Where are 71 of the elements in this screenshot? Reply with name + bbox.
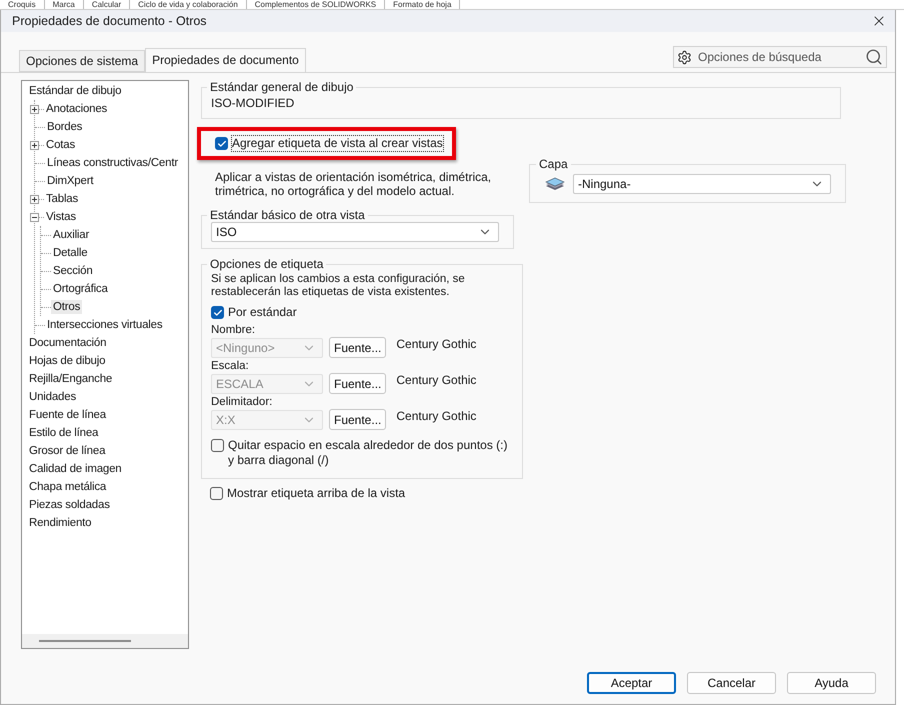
search-input[interactable]: Opciones de búsqueda xyxy=(696,49,861,65)
window-title: Propiedades de documento - Otros xyxy=(12,14,207,28)
group-title: Opciones de etiqueta xyxy=(209,257,324,271)
field-label: Nombre: xyxy=(211,324,256,336)
tree-item[interactable]: Ortográfica xyxy=(51,282,110,296)
tree-item[interactable]: Grosor de línea xyxy=(27,444,108,458)
checkbox-label[interactable]: Quitar espacio en escala alrededor de dos puntos (:) y barra diagonal (/) xyxy=(228,438,513,468)
tab[interactable]: Opciones de sistema xyxy=(19,50,146,72)
settings-icon[interactable] xyxy=(677,50,692,64)
tree-item[interactable]: Líneas constructivas/Centr xyxy=(45,156,180,170)
field-label: Delimitador: xyxy=(211,396,274,408)
tree-item[interactable]: Auxiliar xyxy=(51,228,92,242)
tree-item[interactable]: Fuente de línea xyxy=(27,408,108,422)
dialog-button[interactable]: Aceptar xyxy=(587,672,676,694)
tree-item[interactable]: Anotaciones xyxy=(44,102,110,116)
tree-item[interactable]: Detalle xyxy=(51,246,90,260)
tree-item[interactable]: Rendimiento xyxy=(27,516,94,530)
layers-icon xyxy=(545,176,565,192)
search-icon[interactable] xyxy=(865,48,883,66)
checkbox-label[interactable]: Por estándar xyxy=(228,305,297,320)
checkbox-label[interactable]: Mostrar etiqueta arriba de la vista xyxy=(227,486,406,501)
ribbon-tab[interactable]: Formato de hoja xyxy=(385,0,460,9)
tree-item[interactable]: Otros xyxy=(51,300,82,314)
ribbon-tab[interactable]: Complementos de SOLIDWORKS xyxy=(246,0,386,9)
group-title: Estándar general de dibujo xyxy=(209,80,354,94)
font-name: Century Gothic xyxy=(396,373,476,387)
expand-icon[interactable] xyxy=(30,104,39,114)
tab[interactable]: Propiedades de documento xyxy=(145,48,306,72)
checkbox-label[interactable]: Agregar etiqueta de vista al crear vistas xyxy=(232,136,443,151)
field-label: Escala: xyxy=(211,360,250,372)
tree-item[interactable]: Bordes xyxy=(45,120,84,134)
tree-item[interactable]: Vistas xyxy=(44,210,78,224)
checkbox-row[interactable]: Agregar etiqueta de vista al crear vistas xyxy=(197,127,456,160)
tree-item[interactable]: Estándar de dibujo xyxy=(27,84,124,98)
group-title: Capa xyxy=(538,157,569,171)
tree-item[interactable]: Estilo de línea xyxy=(27,426,100,440)
checkbox[interactable] xyxy=(211,306,224,319)
note-text: Si se aplican los cambios a esta configuración, se restablecerán las etiquetas de vista existentes. xyxy=(211,273,466,299)
tree-item[interactable]: Hojas de dibujo xyxy=(27,354,108,368)
ribbon-tab[interactable]: Croquis xyxy=(0,0,45,9)
description-text: Aplicar a vistas de orientación isométrica, dimétrica, trimétrica, no ortográfica y del modelo actual. xyxy=(215,170,492,198)
font-name: Century Gothic xyxy=(396,337,476,351)
checkbox[interactable] xyxy=(211,439,224,452)
search-field[interactable]: Opciones de búsqueda xyxy=(673,46,887,68)
tree-item[interactable]: Cotas xyxy=(44,138,78,152)
tree-item[interactable]: Tablas xyxy=(44,192,80,206)
checkbox[interactable] xyxy=(210,487,223,500)
ribbon-tab[interactable]: Ciclo de vida y colaboración xyxy=(130,0,247,9)
ribbon-tab[interactable]: Marca xyxy=(44,0,84,9)
value-text: ISO-MODIFIED xyxy=(211,95,296,110)
group-title: Estándar básico de otra vista xyxy=(209,208,366,222)
dialog-button[interactable]: Ayuda xyxy=(787,672,876,694)
dialog-button[interactable]: Cancelar xyxy=(687,672,776,694)
collapse-icon[interactable] xyxy=(30,212,39,222)
tree-item[interactable]: Documentación xyxy=(27,336,108,350)
checkbox[interactable] xyxy=(215,137,228,150)
tree-item[interactable]: Chapa metálica xyxy=(27,480,108,494)
tree-item[interactable]: Piezas soldadas xyxy=(27,498,112,512)
dropdown[interactable]: ISO xyxy=(211,222,499,242)
ribbon-tab[interactable]: Calcular xyxy=(84,0,130,9)
tree-item[interactable]: Unidades xyxy=(27,390,78,404)
tree-item[interactable]: Intersecciones virtuales xyxy=(45,318,164,332)
tree-item[interactable]: DimXpert xyxy=(45,174,96,188)
tree-item[interactable]: Sección xyxy=(51,264,95,278)
dropdown[interactable]: -Ninguna- xyxy=(573,174,831,194)
expand-icon[interactable] xyxy=(30,140,39,150)
scrollbar[interactable] xyxy=(22,634,188,648)
font-name: Century Gothic xyxy=(396,409,476,423)
tree-item[interactable]: Calidad de imagen xyxy=(27,462,124,476)
expand-icon[interactable] xyxy=(30,194,39,204)
tree-item[interactable]: Rejilla/Enganche xyxy=(27,372,114,386)
